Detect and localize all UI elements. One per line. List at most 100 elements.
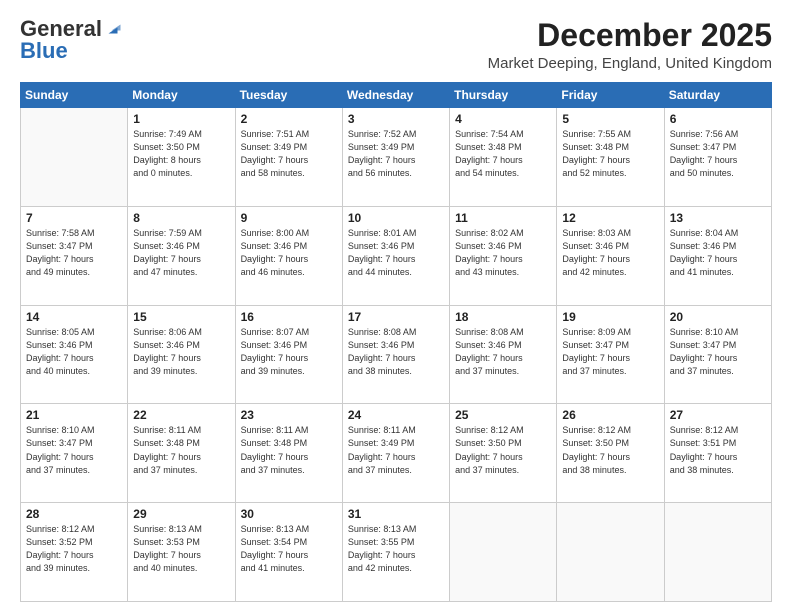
logo: General Blue bbox=[20, 18, 122, 62]
col-thursday: Thursday bbox=[450, 83, 557, 108]
day-info: Sunrise: 8:12 AMSunset: 3:52 PMDaylight:… bbox=[26, 523, 122, 575]
day-number: 7 bbox=[26, 211, 122, 225]
day-number: 1 bbox=[133, 112, 229, 126]
table-row: 2 Sunrise: 7:51 AMSunset: 3:49 PMDaylight… bbox=[235, 108, 342, 207]
col-sunday: Sunday bbox=[21, 83, 128, 108]
table-row: 23Sunrise: 8:11 AMSunset: 3:48 PMDayligh… bbox=[235, 404, 342, 503]
day-info: Sunrise: 8:10 AMSunset: 3:47 PMDaylight:… bbox=[26, 424, 122, 476]
day-number: 30 bbox=[241, 507, 337, 521]
table-row: 12Sunrise: 8:03 AMSunset: 3:46 PMDayligh… bbox=[557, 206, 664, 305]
table-row: 19 Sunrise: 8:09 AMSunset: 3:47 PMDayligh… bbox=[557, 305, 664, 404]
day-number: 2 bbox=[241, 112, 337, 126]
day-number: 9 bbox=[241, 211, 337, 225]
day-number: 22 bbox=[133, 408, 229, 422]
table-row bbox=[450, 503, 557, 602]
table-row: 28Sunrise: 8:12 AMSunset: 3:52 PMDayligh… bbox=[21, 503, 128, 602]
table-row: 15 Sunrise: 8:06 AMSunset: 3:46 PMDayligh… bbox=[128, 305, 235, 404]
sub-title: Market Deeping, England, United Kingdom bbox=[488, 55, 772, 72]
day-number: 31 bbox=[348, 507, 444, 521]
day-info: Sunrise: 7:58 AMSunset: 3:47 PMDaylight:… bbox=[26, 227, 122, 279]
calendar-week-row: 14 Sunrise: 8:05 AMSunset: 3:46 PMDayligh… bbox=[21, 305, 772, 404]
col-friday: Friday bbox=[557, 83, 664, 108]
calendar-body: 1 Sunrise: 7:49 AMSunset: 3:50 PMDaylight… bbox=[21, 108, 772, 602]
table-row: 27 Sunrise: 8:12 AMSunset: 3:51 PMDayligh… bbox=[664, 404, 771, 503]
day-number: 26 bbox=[562, 408, 658, 422]
day-number: 14 bbox=[26, 310, 122, 324]
main-title: December 2025 bbox=[488, 18, 772, 53]
day-number: 12 bbox=[562, 211, 658, 225]
table-row: 30Sunrise: 8:13 AMSunset: 3:54 PMDayligh… bbox=[235, 503, 342, 602]
table-row: 31 Sunrise: 8:13 AMSunset: 3:55 PMDayligh… bbox=[342, 503, 449, 602]
day-number: 13 bbox=[670, 211, 766, 225]
calendar-week-row: 7 Sunrise: 7:58 AMSunset: 3:47 PMDaylight… bbox=[21, 206, 772, 305]
day-number: 4 bbox=[455, 112, 551, 126]
col-tuesday: Tuesday bbox=[235, 83, 342, 108]
day-number: 21 bbox=[26, 408, 122, 422]
table-row bbox=[21, 108, 128, 207]
table-row: 4 Sunrise: 7:54 AMSunset: 3:48 PMDaylight… bbox=[450, 108, 557, 207]
day-number: 6 bbox=[670, 112, 766, 126]
day-info: Sunrise: 8:08 AMSunset: 3:46 PMDaylight:… bbox=[455, 326, 551, 378]
logo-icon bbox=[104, 20, 122, 38]
table-row: 6Sunrise: 7:56 AMSunset: 3:47 PMDaylight… bbox=[664, 108, 771, 207]
day-info: Sunrise: 7:59 AMSunset: 3:46 PMDaylight:… bbox=[133, 227, 229, 279]
day-number: 24 bbox=[348, 408, 444, 422]
day-number: 10 bbox=[348, 211, 444, 225]
table-row: 29Sunrise: 8:13 AMSunset: 3:53 PMDayligh… bbox=[128, 503, 235, 602]
day-number: 16 bbox=[241, 310, 337, 324]
day-info: Sunrise: 8:09 AMSunset: 3:47 PMDaylight:… bbox=[562, 326, 658, 378]
day-info: Sunrise: 8:12 AMSunset: 3:51 PMDaylight:… bbox=[670, 424, 766, 476]
table-row: 3 Sunrise: 7:52 AMSunset: 3:49 PMDaylight… bbox=[342, 108, 449, 207]
table-row: 17 Sunrise: 8:08 AMSunset: 3:46 PMDayligh… bbox=[342, 305, 449, 404]
col-monday: Monday bbox=[128, 83, 235, 108]
page: General Blue December 2025 Market Deepin… bbox=[0, 0, 792, 612]
day-info: Sunrise: 8:13 AMSunset: 3:55 PMDaylight:… bbox=[348, 523, 444, 575]
day-number: 15 bbox=[133, 310, 229, 324]
day-number: 19 bbox=[562, 310, 658, 324]
table-row: 13Sunrise: 8:04 AMSunset: 3:46 PMDayligh… bbox=[664, 206, 771, 305]
day-info: Sunrise: 7:54 AMSunset: 3:48 PMDaylight:… bbox=[455, 128, 551, 180]
table-row: 16Sunrise: 8:07 AMSunset: 3:46 PMDayligh… bbox=[235, 305, 342, 404]
day-info: Sunrise: 7:52 AMSunset: 3:49 PMDaylight:… bbox=[348, 128, 444, 180]
calendar-table: Sunday Monday Tuesday Wednesday Thursday… bbox=[20, 82, 772, 602]
day-number: 20 bbox=[670, 310, 766, 324]
table-row: 25Sunrise: 8:12 AMSunset: 3:50 PMDayligh… bbox=[450, 404, 557, 503]
table-row: 9Sunrise: 8:00 AMSunset: 3:46 PMDaylight… bbox=[235, 206, 342, 305]
header: General Blue December 2025 Market Deepin… bbox=[20, 18, 772, 72]
day-info: Sunrise: 8:06 AMSunset: 3:46 PMDaylight:… bbox=[133, 326, 229, 378]
day-number: 3 bbox=[348, 112, 444, 126]
table-row: 24 Sunrise: 8:11 AMSunset: 3:49 PMDayligh… bbox=[342, 404, 449, 503]
col-wednesday: Wednesday bbox=[342, 83, 449, 108]
day-info: Sunrise: 8:05 AMSunset: 3:46 PMDaylight:… bbox=[26, 326, 122, 378]
table-row: 26 Sunrise: 8:12 AMSunset: 3:50 PMDayligh… bbox=[557, 404, 664, 503]
day-info: Sunrise: 8:12 AMSunset: 3:50 PMDaylight:… bbox=[455, 424, 551, 476]
day-info: Sunrise: 8:11 AMSunset: 3:49 PMDaylight:… bbox=[348, 424, 444, 476]
table-row: 10 Sunrise: 8:01 AMSunset: 3:46 PMDayligh… bbox=[342, 206, 449, 305]
day-info: Sunrise: 8:13 AMSunset: 3:53 PMDaylight:… bbox=[133, 523, 229, 575]
day-info: Sunrise: 7:49 AMSunset: 3:50 PMDaylight:… bbox=[133, 128, 229, 180]
table-row: 21 Sunrise: 8:10 AMSunset: 3:47 PMDayligh… bbox=[21, 404, 128, 503]
day-number: 17 bbox=[348, 310, 444, 324]
day-info: Sunrise: 8:11 AMSunset: 3:48 PMDaylight:… bbox=[133, 424, 229, 476]
day-info: Sunrise: 8:02 AMSunset: 3:46 PMDaylight:… bbox=[455, 227, 551, 279]
table-row: 8 Sunrise: 7:59 AMSunset: 3:46 PMDaylight… bbox=[128, 206, 235, 305]
day-number: 18 bbox=[455, 310, 551, 324]
calendar-week-row: 1 Sunrise: 7:49 AMSunset: 3:50 PMDaylight… bbox=[21, 108, 772, 207]
day-info: Sunrise: 8:08 AMSunset: 3:46 PMDaylight:… bbox=[348, 326, 444, 378]
col-saturday: Saturday bbox=[664, 83, 771, 108]
day-number: 8 bbox=[133, 211, 229, 225]
day-info: Sunrise: 7:55 AMSunset: 3:48 PMDaylight:… bbox=[562, 128, 658, 180]
day-info: Sunrise: 8:10 AMSunset: 3:47 PMDaylight:… bbox=[670, 326, 766, 378]
day-number: 27 bbox=[670, 408, 766, 422]
table-row: 22 Sunrise: 8:11 AMSunset: 3:48 PMDayligh… bbox=[128, 404, 235, 503]
table-row: 1 Sunrise: 7:49 AMSunset: 3:50 PMDaylight… bbox=[128, 108, 235, 207]
calendar-week-row: 28Sunrise: 8:12 AMSunset: 3:52 PMDayligh… bbox=[21, 503, 772, 602]
day-info: Sunrise: 8:12 AMSunset: 3:50 PMDaylight:… bbox=[562, 424, 658, 476]
day-number: 5 bbox=[562, 112, 658, 126]
day-number: 23 bbox=[241, 408, 337, 422]
title-block: December 2025 Market Deeping, England, U… bbox=[488, 18, 772, 72]
day-info: Sunrise: 7:51 AMSunset: 3:49 PMDaylight:… bbox=[241, 128, 337, 180]
day-info: Sunrise: 8:01 AMSunset: 3:46 PMDaylight:… bbox=[348, 227, 444, 279]
table-row bbox=[664, 503, 771, 602]
table-row: 14 Sunrise: 8:05 AMSunset: 3:46 PMDayligh… bbox=[21, 305, 128, 404]
